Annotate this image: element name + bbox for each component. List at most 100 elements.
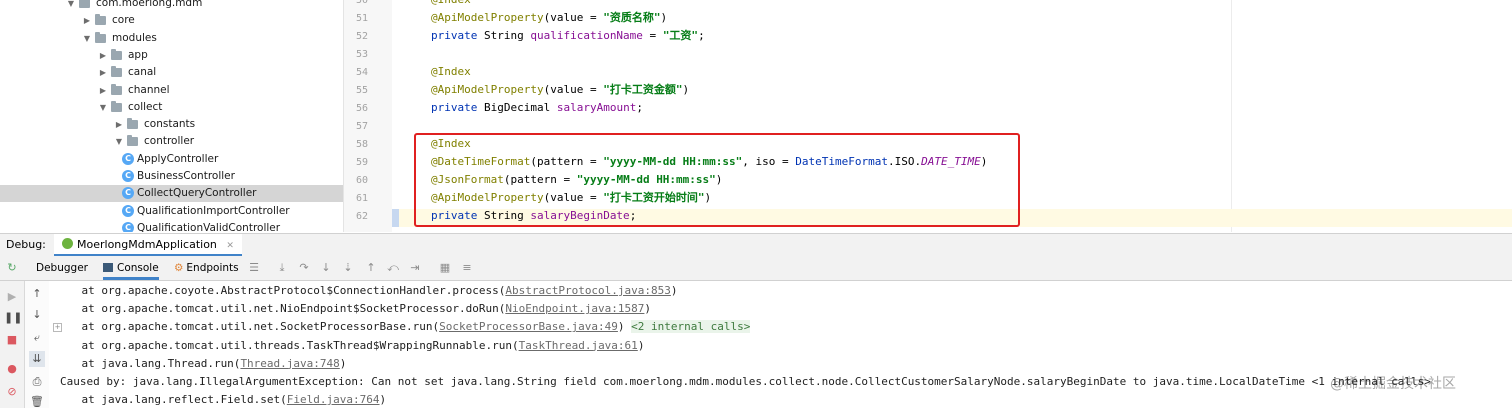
chevron-down-icon[interactable]: ▼ — [66, 0, 76, 12]
line-number: 62 — [355, 211, 368, 222]
close-session-icon[interactable]: ✕ — [226, 241, 234, 251]
tree-item-label: canal — [128, 66, 157, 79]
soft-wrap-icon[interactable]: ⤶ — [29, 330, 45, 346]
run-to-cursor-icon[interactable]: ⇥ — [408, 261, 422, 275]
layout-menu-icon[interactable]: ☰ — [247, 261, 261, 275]
tree-item-label: CollectQueryController — [137, 187, 257, 200]
internal-calls-fold[interactable]: <2 internal calls> — [631, 320, 751, 334]
tree-item[interactable]: ▼ controller — [0, 133, 343, 150]
chevron-right-icon[interactable]: ▶ — [114, 116, 124, 133]
tree-item-label: QualificationImportController — [137, 204, 290, 217]
class-icon: C — [122, 221, 134, 232]
chevron-right-icon[interactable]: ▶ — [98, 47, 108, 64]
source-link[interactable]: SocketProcessorBase.java:49 — [439, 320, 618, 333]
tree-item-label: channel — [128, 83, 170, 96]
print-icon[interactable]: ⎙ — [29, 374, 45, 390]
resume-icon[interactable]: ▶ — [4, 289, 20, 305]
code-line[interactable]: @Index — [431, 0, 471, 9]
source-link[interactable]: NioEndpoint.java:1587 — [505, 302, 644, 315]
folder-icon — [95, 31, 106, 43]
session-name: MoerlongMdmApplication — [77, 238, 217, 251]
debug-tool-window-header: Debug: MoerlongMdmApplication ✕ — [0, 233, 1512, 256]
tree-item[interactable]: ▶ channel — [0, 82, 343, 99]
mute-breakpoints-icon[interactable]: ⊘ — [4, 384, 20, 400]
console-line: at org.apache.tomcat.util.net.SocketProc… — [55, 318, 751, 336]
tree-item-label: com.moerlong.mdm — [96, 0, 203, 9]
console-output[interactable]: at org.apache.coyote.AbstractProtocol$Co… — [50, 281, 1512, 408]
source-link[interactable]: Field.java:764 — [287, 393, 380, 406]
rerun-icon[interactable]: ↻ — [5, 261, 19, 275]
source-link[interactable]: TaskThread.java:61 — [519, 339, 638, 352]
folder-icon — [111, 48, 122, 60]
tree-item[interactable]: C QualificationImportController — [0, 203, 343, 220]
drop-frame-icon[interactable]: ⤺ — [386, 261, 400, 275]
view-breakpoints-icon[interactable]: ● — [4, 361, 20, 377]
force-step-into-icon[interactable]: ⇣ — [341, 261, 355, 275]
endpoints-icon: ⚙ — [174, 262, 184, 274]
stop-icon[interactable]: ■ — [4, 332, 20, 348]
tree-item[interactable]: ▶ constants — [0, 116, 343, 133]
tab-endpoints[interactable]: ⚙ Endpoints — [174, 256, 239, 280]
chevron-right-icon[interactable]: ▶ — [98, 64, 108, 81]
console-text: ) — [339, 356, 347, 370]
chevron-right-icon[interactable]: ▶ — [82, 12, 92, 29]
step-out-icon[interactable]: ↑ — [364, 261, 378, 275]
tree-item[interactable]: C ApplyController — [0, 151, 343, 168]
step-over-icon[interactable]: ↷ — [297, 261, 311, 275]
tree-item-label: QualificationValidController — [137, 221, 281, 232]
spring-boot-icon — [62, 238, 73, 249]
scroll-to-end-icon[interactable]: ⇊ — [29, 351, 45, 367]
code-line[interactable]: @Index — [431, 63, 471, 81]
chevron-right-icon[interactable]: ▶ — [98, 82, 108, 99]
scroll-up-icon[interactable]: ↑ — [29, 286, 45, 302]
tree-item[interactable]: C QualificationValidController — [0, 220, 343, 232]
tree-item-label: constants — [144, 118, 196, 131]
console-side-toolbar: ↑ ↓ ⤶ ⇊ ⎙ 🗑 — [25, 281, 49, 408]
tree-item[interactable]: ▶ core — [0, 12, 343, 29]
pause-icon[interactable]: ❚❚ — [4, 310, 22, 326]
source-link[interactable]: Thread.java:748 — [240, 357, 339, 370]
tree-item[interactable]: ▼ com.moerlong.mdm — [0, 0, 343, 12]
line-number: 53 — [355, 49, 368, 60]
evaluate-expression-icon[interactable]: ▦ — [438, 261, 452, 275]
class-icon: C — [122, 204, 134, 217]
tree-item-label: core — [112, 14, 135, 27]
tree-item[interactable]: C BusinessController — [0, 168, 343, 185]
show-execution-point-icon[interactable]: ⤓ — [275, 261, 289, 275]
console-text: at org.apache.coyote.AbstractProtocol$Co… — [55, 284, 506, 297]
tab-console[interactable]: Console — [103, 256, 159, 280]
code-token: @ApiModelProperty — [431, 83, 544, 96]
tree-item[interactable]: ▶ app — [0, 47, 343, 64]
code-line[interactable]: @ApiModelProperty(value = "打卡工资金额") — [431, 81, 689, 99]
debug-session-tab[interactable]: MoerlongMdmApplication ✕ — [54, 234, 242, 256]
chevron-down-icon[interactable]: ▼ — [82, 30, 92, 47]
tree-item[interactable]: ▶ canal — [0, 64, 343, 81]
folder-icon — [111, 83, 122, 95]
trace-icon[interactable]: ≡ — [460, 261, 474, 275]
chevron-down-icon[interactable]: ▼ — [114, 133, 124, 150]
chevron-down-icon[interactable]: ▼ — [98, 99, 108, 116]
code-token: ) — [682, 83, 690, 96]
tree-item[interactable]: ▼ collect — [0, 99, 343, 116]
console-line: Caused by: java.lang.IllegalArgumentExce… — [60, 373, 1431, 391]
code-token: ; — [636, 101, 643, 114]
console-text: at java.lang.Thread.run( — [55, 356, 241, 370]
class-icon: C — [122, 187, 134, 200]
scroll-down-icon[interactable]: ↓ — [29, 307, 45, 323]
code-line[interactable]: private String qualificationName = "工资"; — [431, 27, 705, 45]
tree-item-label: collect — [128, 100, 163, 113]
source-link[interactable]: AbstractProtocol.java:853 — [505, 284, 671, 297]
code-line[interactable]: @ApiModelProperty(value = "资质名称") — [431, 9, 667, 27]
step-into-icon[interactable]: ↓ — [319, 261, 333, 275]
fold-marker-icon[interactable]: + — [53, 323, 62, 332]
code-token: salaryAmount — [556, 101, 637, 114]
line-number: 55 — [355, 85, 368, 96]
tab-debugger[interactable]: Debugger — [36, 256, 88, 280]
folder-icon — [111, 100, 122, 112]
tree-item[interactable]: ▼ modules — [0, 30, 343, 47]
code-token: "工资" — [662, 29, 699, 42]
line-number: 54 — [355, 67, 368, 78]
class-icon: C — [122, 170, 134, 182]
code-line[interactable]: private BigDecimal salaryAmount; — [431, 99, 643, 117]
tree-item[interactable]: C CollectQueryController — [0, 185, 343, 203]
